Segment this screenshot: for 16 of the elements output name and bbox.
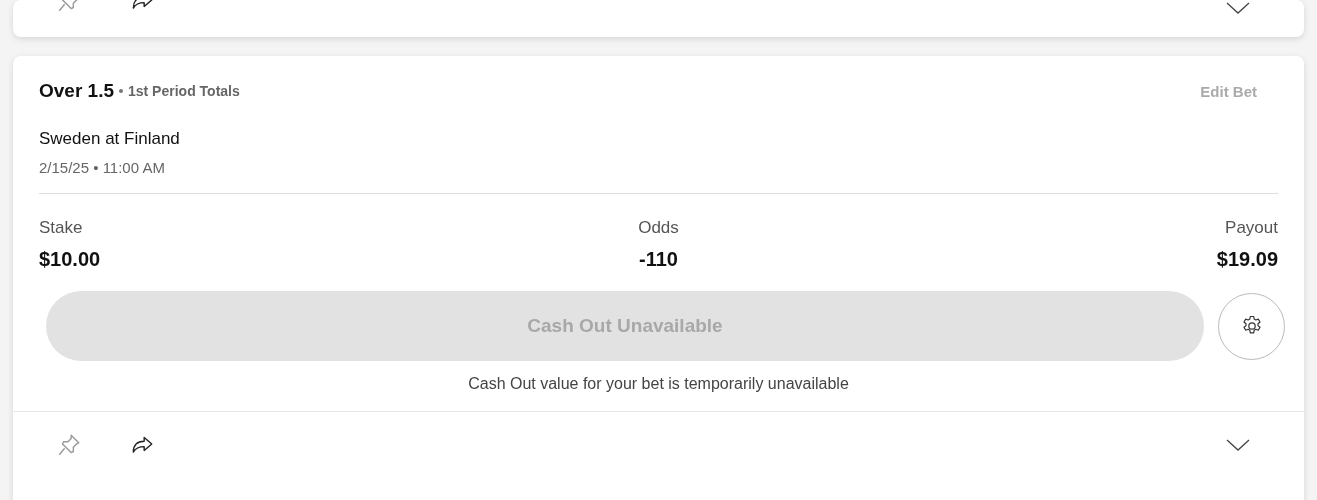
stat-label: Stake xyxy=(39,218,83,238)
chevron-down-icon[interactable] xyxy=(1226,2,1250,14)
edit-bet-link[interactable]: Edit Bet xyxy=(1200,83,1257,100)
stat-label: Odds xyxy=(638,218,679,238)
event-date-time: 2/15/25 • 11:00 AM xyxy=(39,159,166,176)
stat-value: $19.09 xyxy=(1216,248,1278,271)
chevron-down-icon[interactable] xyxy=(1226,439,1250,451)
separator-dot xyxy=(119,89,123,93)
cash-out-note: Cash Out value for your bet is temporarily unavailable xyxy=(467,375,850,394)
stat-value: $10.00 xyxy=(39,248,101,271)
event-name: Sweden at Finland xyxy=(39,129,181,149)
stat-label: Payout xyxy=(1225,218,1278,238)
bet-selection: Over 1.5 xyxy=(39,80,114,102)
market-name: 1st Period Totals xyxy=(128,83,240,99)
pin-icon[interactable] xyxy=(56,432,82,458)
stat-value: -110 xyxy=(639,248,678,271)
